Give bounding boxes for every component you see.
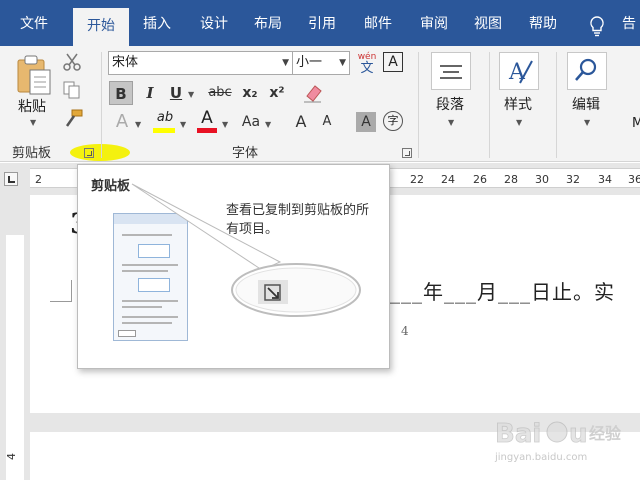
watermark-url: jingyan.baidu.com [495, 452, 588, 463]
watermark-brand-text: 经验 [589, 424, 622, 443]
svg-text:u: u [569, 419, 588, 449]
baidu-watermark: Bai u 经验 jingyan.baidu.com [493, 408, 639, 466]
magnified-launcher-icon [258, 280, 288, 304]
svg-text:Bai: Bai [495, 419, 541, 449]
